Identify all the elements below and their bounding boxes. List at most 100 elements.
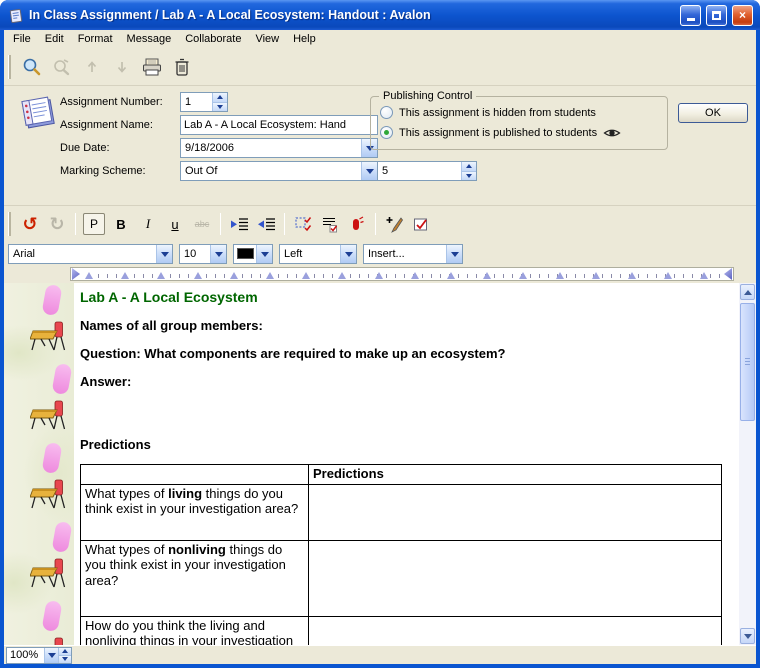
ruler-tab-stop[interactable] xyxy=(592,272,600,279)
next-button[interactable] xyxy=(108,53,135,80)
select-rows-button[interactable] xyxy=(318,212,342,236)
bold-button[interactable]: B xyxy=(109,212,133,236)
delete-button[interactable] xyxy=(168,53,195,80)
strikethrough-button[interactable]: abc xyxy=(190,212,214,236)
menu-item-format[interactable]: Format xyxy=(72,31,121,47)
spin-down-icon[interactable] xyxy=(462,171,476,181)
spinner-buttons[interactable] xyxy=(212,93,227,111)
menu-item-file[interactable]: File xyxy=(7,31,39,47)
ruler-tab-stop[interactable] xyxy=(375,272,383,279)
ruler-tab-stop[interactable] xyxy=(411,272,419,279)
left-indent-marker[interactable] xyxy=(72,268,80,280)
decoration-unit xyxy=(4,285,74,362)
ok-button[interactable]: OK xyxy=(678,103,748,123)
published-option-label[interactable]: This assignment is published to students xyxy=(399,127,597,139)
due-date-dropdown[interactable]: 9/18/2006 xyxy=(180,138,378,158)
spin-down-icon[interactable] xyxy=(213,102,227,112)
chevron-down-icon[interactable] xyxy=(256,245,272,263)
ruler-tab-stop[interactable] xyxy=(85,272,93,279)
chevron-down-icon[interactable] xyxy=(361,162,377,180)
document-content[interactable]: Lab A - A Local Ecosystem Names of all g… xyxy=(74,283,739,645)
assignment-number-value: 1 xyxy=(181,93,212,111)
undo-button[interactable]: ↺ xyxy=(18,212,42,236)
scroll-up-button[interactable] xyxy=(740,284,755,300)
ruler-tab-stop[interactable] xyxy=(447,272,455,279)
chevron-down-icon[interactable] xyxy=(44,648,58,663)
ruler-tab-stop[interactable] xyxy=(556,272,564,279)
draw-add-button[interactable] xyxy=(382,212,406,236)
indent-button[interactable] xyxy=(227,212,251,236)
toolbar-grip[interactable] xyxy=(8,212,11,236)
ruler-tab-stop[interactable] xyxy=(628,272,636,279)
document-area[interactable]: Lab A - A Local Ecosystem Names of all g… xyxy=(4,283,756,645)
menu-item-message[interactable]: Message xyxy=(121,31,180,47)
spin-up-icon[interactable] xyxy=(59,648,71,655)
insert-dropdown[interactable]: Insert... xyxy=(363,244,463,264)
vertical-scrollbar[interactable] xyxy=(739,283,756,645)
ruler-tab-stop[interactable] xyxy=(338,272,346,279)
chevron-down-icon[interactable] xyxy=(340,245,356,263)
ruler-tab-stop[interactable] xyxy=(230,272,238,279)
menu-item-edit[interactable]: Edit xyxy=(39,31,72,47)
italic-button[interactable]: I xyxy=(136,212,160,236)
outdent-button[interactable] xyxy=(254,212,278,236)
paragraph-button[interactable]: P xyxy=(82,212,106,236)
ruler-tab-stop[interactable] xyxy=(302,272,310,279)
right-indent-marker[interactable] xyxy=(724,268,732,280)
question-cell: What types of living things do you think… xyxy=(81,485,309,541)
radio-published[interactable] xyxy=(380,126,393,139)
previous-button[interactable] xyxy=(78,53,105,80)
chevron-down-icon[interactable] xyxy=(446,245,462,263)
hidden-option-row[interactable]: This assignment is hidden from students xyxy=(380,106,596,119)
scrollbar-thumb[interactable] xyxy=(740,303,755,421)
spinner-buttons[interactable] xyxy=(461,162,476,180)
out-of-spinner[interactable]: 5 xyxy=(377,161,477,181)
menu-item-collaborate[interactable]: Collaborate xyxy=(179,31,249,47)
redo-button[interactable]: ↻ xyxy=(45,212,69,236)
minimize-button[interactable] xyxy=(680,5,701,26)
menu-item-view[interactable]: View xyxy=(249,31,287,47)
spin-down-icon[interactable] xyxy=(59,655,71,663)
chevron-down-icon[interactable] xyxy=(156,245,172,263)
scroll-down-button[interactable] xyxy=(740,628,755,644)
zoom-spinner[interactable] xyxy=(58,648,71,663)
marking-scheme-dropdown[interactable]: Out Of xyxy=(180,161,378,181)
ruler-tab-stop[interactable] xyxy=(121,272,129,279)
answer-cell[interactable] xyxy=(309,485,722,541)
answer-cell[interactable] xyxy=(309,617,722,646)
select-cells-button[interactable] xyxy=(291,212,315,236)
maximize-button[interactable] xyxy=(706,5,727,26)
assignment-number-spinner[interactable]: 1 xyxy=(180,92,228,112)
find-button[interactable] xyxy=(48,53,75,80)
font-size-dropdown[interactable]: 10 xyxy=(179,244,227,264)
ruler-tab-stop[interactable] xyxy=(157,272,165,279)
underline-button[interactable]: u xyxy=(163,212,187,236)
ruler-tab-stop[interactable] xyxy=(483,272,491,279)
print-button[interactable] xyxy=(138,53,165,80)
ruler-tab-stop[interactable] xyxy=(700,272,708,279)
alignment-dropdown[interactable]: Left xyxy=(279,244,357,264)
ruler-tab-stop[interactable] xyxy=(664,272,672,279)
spellcheck-button[interactable] xyxy=(409,212,433,236)
answer-cell[interactable] xyxy=(309,541,722,617)
menu-item-help[interactable]: Help xyxy=(287,31,324,47)
close-button[interactable]: × xyxy=(732,5,753,26)
hidden-option-label[interactable]: This assignment is hidden from students xyxy=(399,107,596,119)
spin-up-icon[interactable] xyxy=(462,162,476,171)
ruler-tab-stop[interactable] xyxy=(519,272,527,279)
zoom-control[interactable]: 100% xyxy=(6,647,72,664)
ruler-tab-stop[interactable] xyxy=(194,272,202,279)
toolbar-grip[interactable] xyxy=(8,55,11,79)
spin-up-icon[interactable] xyxy=(213,93,227,102)
radio-hidden[interactable] xyxy=(380,106,393,119)
preview-button[interactable] xyxy=(18,53,45,80)
scroll-down-icon xyxy=(744,634,752,639)
text-color-dropdown[interactable] xyxy=(233,244,273,264)
question-cell: How do you think the living and nonlivin… xyxy=(81,617,309,646)
assignment-name-input[interactable] xyxy=(180,115,378,135)
chevron-down-icon[interactable] xyxy=(210,245,226,263)
font-family-dropdown[interactable]: Arial xyxy=(8,244,173,264)
ruler-tab-stop[interactable] xyxy=(266,272,274,279)
published-option-row[interactable]: This assignment is published to students xyxy=(380,126,621,139)
highlighter-button[interactable] xyxy=(345,212,369,236)
